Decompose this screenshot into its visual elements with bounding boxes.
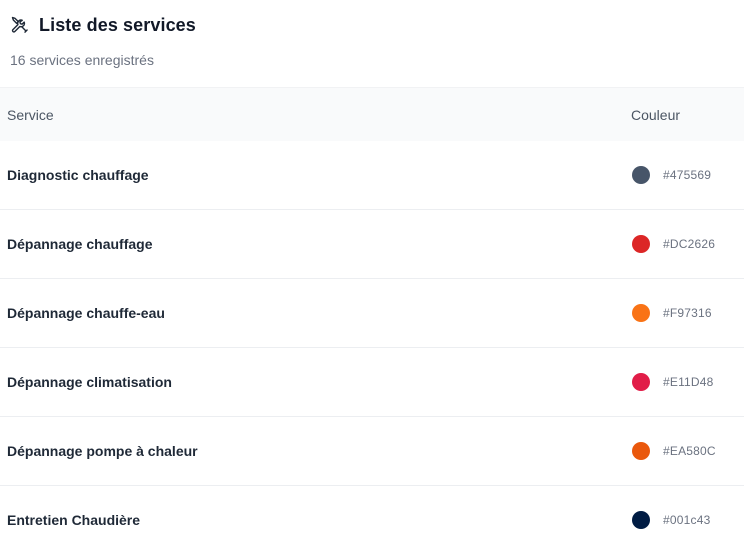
table-header: Service Couleur [0,87,744,141]
color-hex-label: #F97316 [663,306,712,320]
services-table: Service Couleur Diagnostic chauffage #475… [0,87,744,554]
service-name: Diagnostic chauffage [7,167,149,183]
services-count: 16 services enregistrés [10,52,154,68]
color-swatch [632,235,650,253]
service-name: Dépannage chauffage [7,236,153,252]
color-swatch [632,166,650,184]
service-name: Dépannage chauffe-eau [7,305,165,321]
color-hex-label: #DC2626 [663,237,716,251]
table-row[interactable]: Dépannage chauffage #DC2626 [0,210,744,279]
color-swatch [632,373,650,391]
service-name: Entretien Chaudière [7,512,141,528]
page-title: Liste des services [39,14,196,35]
column-header-color: Couleur [631,106,681,123]
services-header: Liste des services 16 services enregistr… [10,13,744,69]
color-swatch [632,304,650,322]
service-name: Dépannage climatisation [7,374,172,390]
tools-icon [10,15,30,35]
table-row[interactable]: Dépannage chauffe-eau #F97316 [0,279,744,348]
color-hex-label: #EA580C [663,444,716,458]
service-name: Dépannage pompe à chaleur [7,443,198,459]
color-swatch [632,442,650,460]
color-hex-label: #475569 [663,168,712,182]
title-row: Liste des services [10,13,744,37]
table-row[interactable]: Entretien Chaudière #001c43 [0,486,744,554]
column-header-service: Service [7,106,54,123]
table-row[interactable]: Diagnostic chauffage #475569 [0,141,744,210]
table-row[interactable]: Dépannage pompe à chaleur #EA580C [0,417,744,486]
table-body: Diagnostic chauffage #475569 Dépannage cha… [0,141,744,554]
color-hex-label: #001c43 [663,513,711,527]
table-row[interactable]: Dépannage climatisation #E11D48 [0,348,744,417]
color-hex-label: #E11D48 [663,375,714,389]
color-swatch [632,511,650,529]
